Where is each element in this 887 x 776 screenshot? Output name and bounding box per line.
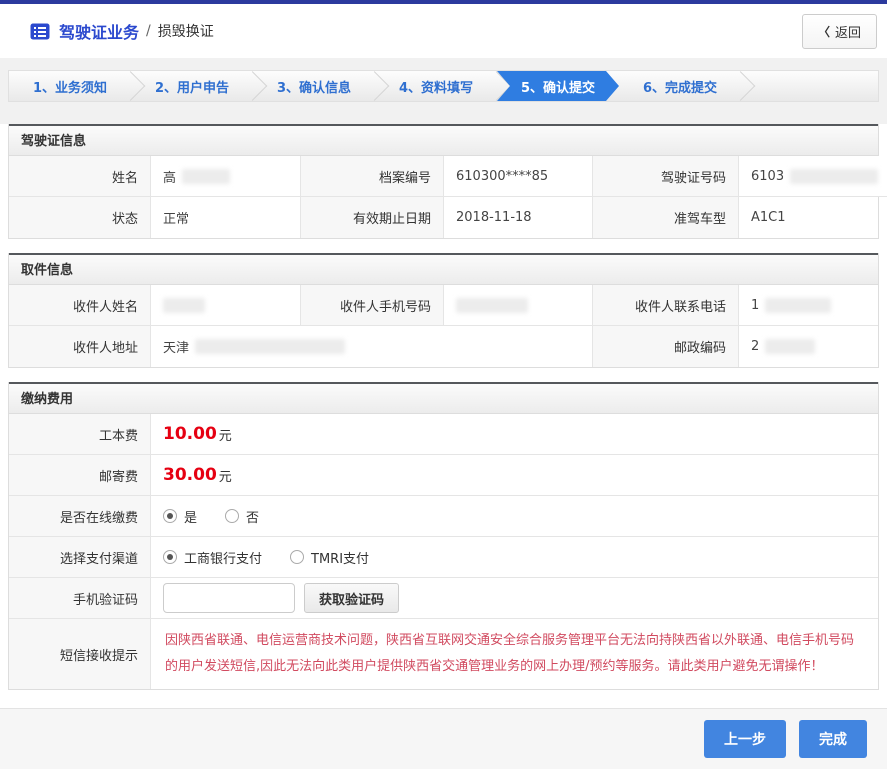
vehicle-type-value: A1C1 (739, 197, 878, 238)
table-row: 短信接收提示 因陕西省联通、电信运营商技术问题，陕西省互联网交通安全综合服务管理… (9, 619, 878, 689)
online-pay-options: 是 否 (151, 496, 878, 537)
redacted-blur (182, 168, 231, 184)
file-number-value: 610300****85 (444, 156, 593, 197)
postcode-label: 邮政编码 (593, 326, 739, 367)
table-row: 状态 正常 有效期止日期 2018-11-18 准驾车型 A1C1 (9, 197, 878, 238)
redacted-blur (163, 297, 205, 313)
work-fee-label: 工本费 (9, 414, 151, 455)
mail-fee-label: 邮寄费 (9, 455, 151, 496)
get-captcha-button[interactable]: 获取验证码 (304, 583, 400, 613)
status-value: 正常 (151, 197, 301, 238)
back-button[interactable]: 〈 返回 (801, 13, 877, 49)
online-pay-yes-label: 是 (184, 510, 198, 526)
table-row: 邮寄费 30.00 元 (9, 455, 878, 496)
mail-fee-value: 30.00 元 (151, 455, 878, 496)
recipient-name-value (151, 285, 301, 326)
pay-channel-options: 工商银行支付 TMRI支付 (151, 537, 878, 578)
redacted-blur (456, 297, 528, 313)
chevron-left-icon: 〈 (817, 24, 830, 39)
list-icon (30, 23, 50, 40)
table-row: 工本费 10.00 元 (9, 414, 878, 455)
radio-checked-icon (163, 509, 177, 523)
step-2-user-declaration[interactable]: 2、用户申告 (131, 71, 253, 101)
bottom-spacer (0, 769, 887, 776)
recipient-mobile-label: 收件人手机号码 (301, 285, 444, 326)
previous-step-button[interactable]: 上一步 (704, 720, 786, 758)
table-row: 选择支付渠道 工商银行支付 TMRI支付 (9, 537, 878, 578)
table-row: 手机验证码 获取验证码 (9, 578, 878, 619)
postcode-value: 2 (739, 326, 878, 367)
vehicle-type-label: 准驾车型 (593, 197, 739, 238)
expiry-label: 有效期止日期 (301, 197, 444, 238)
finish-button[interactable]: 完成 (799, 720, 867, 758)
channel-tmri-label: TMRI支付 (311, 551, 370, 567)
recipient-phone-label: 收件人联系电话 (593, 285, 739, 326)
recipient-name-label: 收件人姓名 (9, 285, 151, 326)
file-number-label: 档案编号 (301, 156, 444, 197)
captcha-label: 手机验证码 (9, 578, 151, 619)
license-number-label: 驾驶证号码 (593, 156, 739, 197)
step-zone: 1、业务须知 2、用户申告 3、确认信息 4、资料填写 5、确认提交 6、完成提… (0, 58, 887, 124)
radio-unchecked-icon (290, 550, 305, 564)
recipient-address-label: 收件人地址 (9, 326, 151, 367)
redacted-blur (765, 339, 816, 354)
sms-notice-cell: 因陕西省联通、电信运营商技术问题，陕西省互联网交通安全综合服务管理平台无法向持陕… (151, 619, 878, 689)
online-pay-yes-radio[interactable]: 是 (163, 507, 197, 526)
redacted-blur (790, 168, 879, 184)
recipient-mobile-value (444, 285, 593, 326)
channel-icbc-label: 工商银行支付 (184, 551, 263, 567)
status-label: 状态 (9, 197, 151, 238)
back-button-label: 返回 (834, 24, 861, 40)
table-row: 是否在线缴费 是 否 (9, 496, 878, 537)
breadcrumb-separator: / (146, 23, 151, 39)
pickup-section-title: 取件信息 (9, 253, 878, 285)
work-fee-value: 10.00 元 (151, 414, 878, 455)
captcha-row: 获取验证码 (151, 578, 878, 619)
step-4-fill-materials[interactable]: 4、资料填写 (375, 71, 497, 101)
channel-tmri-radio[interactable]: TMRI支付 (290, 548, 369, 567)
redacted-blur (195, 339, 346, 354)
name-value: 高 (151, 156, 301, 197)
online-pay-no-radio[interactable]: 否 (225, 507, 259, 526)
page-header: 驾驶证业务 / 损毁换证 〈 返回 (0, 4, 887, 58)
page-title: 驾驶证业务 (59, 23, 140, 42)
pickup-info-section: 取件信息 收件人姓名 收件人手机号码 收件人联系电话 1 收件人地址 天津 邮政… (8, 253, 879, 368)
footer-actions: 上一步 完成 (0, 708, 887, 769)
license-info-section: 驾驶证信息 姓名 高 档案编号 610300****85 驾驶证号码 6103 … (8, 124, 887, 239)
radio-unchecked-icon (225, 509, 240, 523)
payment-section: 缴纳费用 工本费 10.00 元 邮寄费 30.00 元 是否在线缴费 是 否 … (8, 382, 879, 690)
work-fee-unit: 元 (218, 428, 232, 444)
captcha-input[interactable] (163, 583, 295, 613)
step-6-finish-submit[interactable]: 6、完成提交 (619, 71, 741, 101)
step-5-confirm-submit[interactable]: 5、确认提交 (497, 71, 619, 101)
table-row: 收件人地址 天津 邮政编码 2 (9, 326, 878, 367)
expiry-value: 2018-11-18 (444, 197, 593, 238)
work-fee-amount: 10.00 (163, 424, 217, 444)
license-number-value: 6103 (739, 156, 887, 197)
online-pay-no-label: 否 (246, 510, 260, 526)
breadcrumb-current: 损毁换证 (157, 24, 214, 40)
table-row: 姓名 高 档案编号 610300****85 驾驶证号码 6103 (9, 156, 887, 197)
step-3-confirm-info[interactable]: 3、确认信息 (253, 71, 375, 101)
radio-checked-icon (163, 550, 177, 564)
step-wizard: 1、业务须知 2、用户申告 3、确认信息 4、资料填写 5、确认提交 6、完成提… (8, 70, 879, 102)
recipient-address-value: 天津 (151, 326, 593, 367)
mail-fee-unit: 元 (218, 469, 232, 485)
sms-notice-label: 短信接收提示 (9, 619, 151, 689)
pay-channel-label: 选择支付渠道 (9, 537, 151, 578)
recipient-phone-value: 1 (739, 285, 878, 326)
license-section-title: 驾驶证信息 (9, 124, 878, 156)
step-1-business-notes[interactable]: 1、业务须知 (9, 71, 131, 101)
mail-fee-amount: 30.00 (163, 465, 217, 485)
main-content: 驾驶证信息 姓名 高 档案编号 610300****85 驾驶证号码 6103 … (0, 124, 887, 690)
name-label: 姓名 (9, 156, 151, 197)
channel-icbc-radio[interactable]: 工商银行支付 (163, 548, 262, 567)
sms-notice-text: 因陕西省联通、电信运营商技术问题，陕西省互联网交通安全综合服务管理平台无法向持陕… (165, 633, 855, 674)
online-pay-label: 是否在线缴费 (9, 496, 151, 537)
payment-section-title: 缴纳费用 (9, 382, 878, 414)
table-row: 收件人姓名 收件人手机号码 收件人联系电话 1 (9, 285, 878, 326)
redacted-blur (765, 297, 832, 313)
